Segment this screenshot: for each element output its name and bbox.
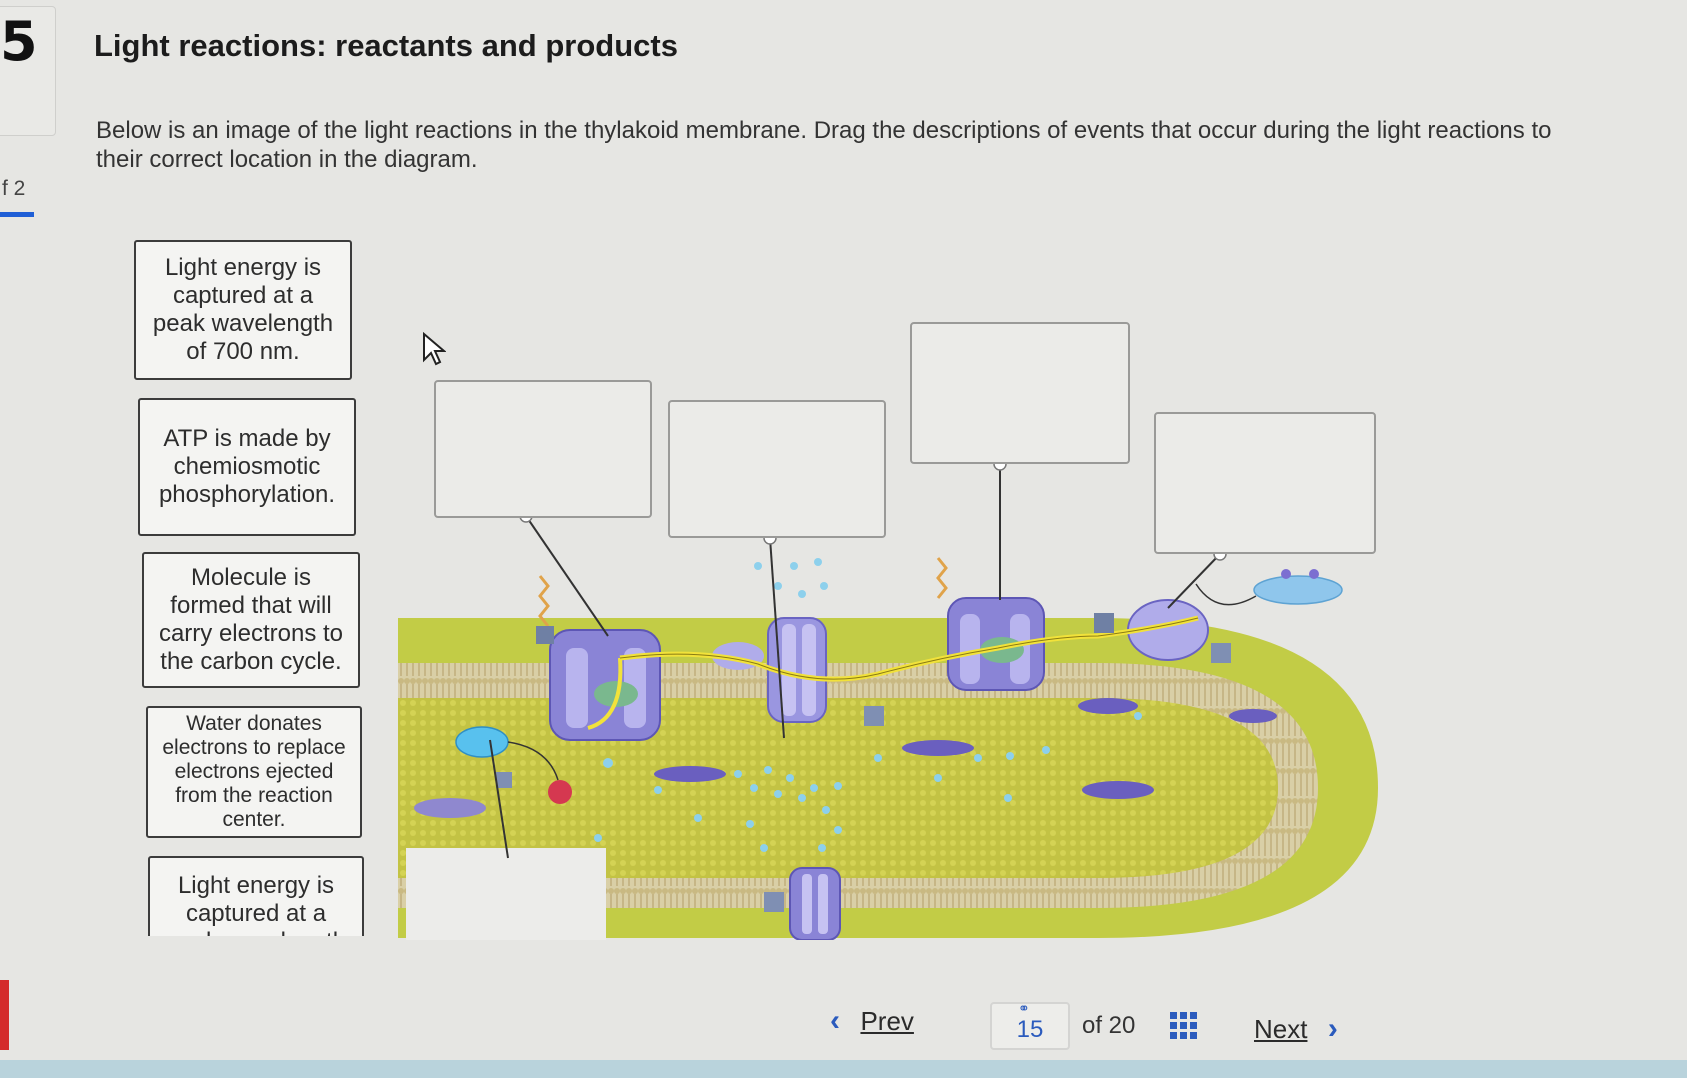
next-button[interactable]: Next ›	[1254, 1012, 1338, 1046]
page-number-box[interactable]: ⚭ 15	[990, 1000, 1070, 1050]
photosystem-ii	[549, 629, 661, 741]
prev-button[interactable]: ‹ Prev	[830, 1004, 914, 1038]
page-title: Light reactions: reactants and products	[94, 28, 678, 63]
question-number: 5	[0, 10, 38, 73]
bottom-strip	[0, 1060, 1687, 1078]
next-label: Next	[1254, 1014, 1308, 1044]
atp-synthase	[789, 867, 841, 941]
progress-marker	[0, 212, 34, 217]
link-icon: ⚭	[1018, 1000, 1030, 1016]
rail-page-fragment: f 2	[2, 177, 26, 200]
thylakoid-diagram	[398, 318, 1398, 943]
drop-zone-nadp-reductase[interactable]	[1154, 412, 1376, 554]
chevron-right-icon: ›	[1327, 1012, 1338, 1045]
prev-label: Prev	[860, 1006, 914, 1036]
left-rail: 5 f 2	[0, 0, 58, 1078]
chevron-left-icon: ‹	[830, 1004, 840, 1037]
drag-card-atp[interactable]: ATP is made by chemiosmotic phosphorylat…	[138, 398, 356, 536]
drag-card-water[interactable]: Water donates electrons to replace elect…	[146, 706, 362, 838]
card-scroll-clip: Light energy is captured at a peak wavel…	[138, 856, 366, 936]
drag-card-light-700[interactable]: Light energy is captured at a peak wavel…	[134, 240, 352, 380]
page-number: 15	[1016, 1016, 1044, 1043]
instructions-text: Below is an image of the light reactions…	[96, 117, 1552, 173]
drag-card-nadph[interactable]: Molecule is formed that will carry elect…	[142, 552, 360, 688]
drop-zone-photosystem-ii[interactable]	[434, 380, 652, 518]
grid-icon[interactable]	[1170, 1012, 1198, 1040]
page-total: of 20	[1082, 1012, 1136, 1039]
drag-card-light-partial[interactable]: Light energy is captured at a peak wavel…	[148, 856, 364, 936]
drop-zone-proton-channel[interactable]	[668, 400, 886, 538]
alert-marker	[0, 980, 9, 1050]
drop-zone-photosystem-i[interactable]	[910, 322, 1130, 464]
